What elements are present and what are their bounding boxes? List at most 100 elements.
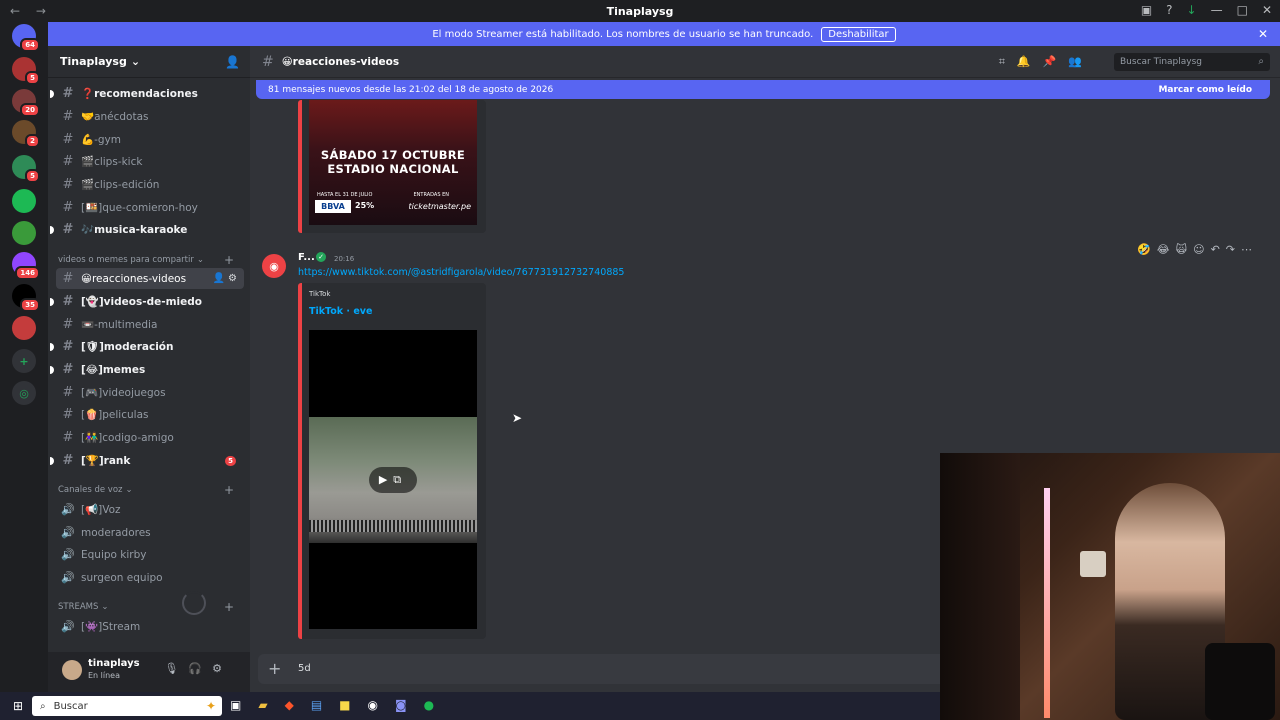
server-mention-badge: 64 — [20, 38, 40, 52]
channel-label: [🎮]videojuegos — [81, 387, 166, 399]
discord-avatar-icon[interactable]: ◉ — [262, 254, 286, 278]
embed-title[interactable]: TikTok · eve — [309, 306, 372, 317]
minimize-button[interactable]: — — [1211, 3, 1223, 17]
server-name: Tinaplaysg — [60, 55, 127, 68]
unread-indicator — [50, 89, 54, 98]
channel-label: 🤝anécdotas — [81, 111, 149, 123]
server-icon[interactable]: 146 — [12, 252, 40, 280]
mic-icon[interactable]: 🎙 — [164, 662, 188, 675]
channel-item[interactable]: # 🎶musica-karaoke — [50, 219, 244, 240]
server-icon[interactable]: 35 — [12, 284, 40, 312]
channel-item[interactable]: # [👫]codigo-amigo — [56, 427, 244, 448]
windows-start-icon[interactable]: ⊞ — [6, 699, 30, 713]
voice-channel-item[interactable]: 🔊 [👾]Stream — [56, 616, 244, 637]
channel-item[interactable]: # ❓recomendaciones — [50, 83, 244, 104]
voice-channel-item[interactable]: 🔊 surgeon equipo — [56, 567, 244, 588]
taskbar-search-input[interactable]: ⌕ Buscar ✦ — [32, 696, 222, 716]
webcam-lamp — [1044, 488, 1050, 718]
ticketmaster-text: ticketmaster.pe — [408, 202, 471, 211]
help-icon[interactable]: ? — [1166, 3, 1172, 17]
channel-item[interactable]: # [👻]videos-de-miedo — [50, 291, 244, 312]
composer-text[interactable]: 5d — [298, 663, 311, 674]
brave-browser-icon[interactable]: ◆ — [285, 698, 294, 712]
reaction-cat-icon[interactable]: 🙀 — [1176, 243, 1193, 256]
voice-channel-item[interactable]: 🔊 [📢]Voz — [56, 499, 244, 520]
channel-item[interactable]: # 🤝anécdotas — [56, 106, 244, 127]
channel-sidebar: Tinaplaysg ⌄ 👤 # ❓recomendaciones # 🤝anécdo… — [48, 46, 250, 692]
add-member-icon[interactable]: 👤 — [225, 55, 240, 69]
server-icon[interactable] — [12, 221, 36, 245]
voice-channel-item[interactable]: 🔊 moderadores — [56, 522, 244, 543]
server-icon[interactable]: 2 — [12, 120, 40, 148]
settings-gear-icon[interactable]: ⚙ — [212, 662, 232, 675]
channel-item[interactable]: # 📼-multimedia — [56, 314, 244, 335]
maximize-button[interactable]: □ — [1237, 3, 1248, 17]
channel-item[interactable]: # [🎮]videojuegos — [56, 382, 244, 403]
tiktok-link[interactable]: https://www.tiktok.com/@astridfigarola/v… — [298, 267, 624, 278]
server-icon[interactable]: 5 — [12, 57, 40, 85]
task-view-icon[interactable]: ▣ — [230, 698, 241, 712]
add-channel-icon[interactable]: + — [224, 483, 234, 497]
channel-item[interactable]: # 😀reacciones-videos 👤⚙ — [56, 268, 244, 289]
discover-icon[interactable]: ◎ — [12, 381, 36, 405]
obs-icon[interactable]: ◉ — [368, 698, 378, 712]
mark-as-read-button[interactable]: Marcar como leído — [1158, 85, 1252, 95]
channel-item[interactable]: # [🍱]que-comieron-hoy — [56, 197, 244, 218]
message-author[interactable]: F... — [298, 252, 315, 263]
search-input[interactable]: Buscar Tinaplaysg ⌕ — [1114, 52, 1270, 71]
headset-icon[interactable]: 🎧 — [188, 662, 212, 675]
channel-item[interactable]: # [😂]memes — [50, 359, 244, 380]
voice-channel-item[interactable]: 🔊 Equipo kirby — [56, 544, 244, 565]
reaction-laugh-icon[interactable]: 🤣 — [1137, 243, 1157, 256]
server-icon[interactable]: 20 — [12, 89, 40, 117]
reaction-joy-icon[interactable]: 😂 — [1157, 243, 1176, 256]
forward-icon[interactable]: ↷ — [1226, 243, 1241, 256]
server-header[interactable]: Tinaplaysg ⌄ 👤 — [48, 46, 250, 78]
channel-category[interactable]: videos o memes para compartir ⌄ + — [58, 252, 244, 268]
spotify-icon[interactable]: ● — [424, 698, 434, 712]
hash-icon: # — [62, 271, 74, 286]
discord-app-icon[interactable]: ◙ — [395, 698, 407, 712]
tiktok-video-thumbnail[interactable]: ▶⧉ — [309, 330, 477, 629]
channel-category[interactable]: Canales de voz ⌄ + — [58, 482, 244, 498]
channel-item[interactable]: # [🍿]peliculas — [56, 404, 244, 425]
attach-plus-icon[interactable]: + — [268, 659, 281, 678]
download-icon[interactable]: ↓ — [1187, 3, 1197, 17]
inbox-icon[interactable]: ▣ — [1141, 3, 1152, 17]
disable-streamer-button[interactable]: Deshabilitar — [821, 26, 896, 42]
channel-item[interactable]: # 🎬clips-kick — [56, 151, 244, 172]
add-channel-icon[interactable]: + — [224, 600, 234, 614]
pin-icon[interactable]: 📌 — [1043, 55, 1069, 68]
add-channel-icon[interactable]: + — [224, 253, 234, 267]
channel-settings-icon[interactable]: 👤⚙ — [213, 273, 240, 284]
server-mention-badge: 2 — [25, 134, 40, 148]
more-icon[interactable]: ⋯ — [1241, 243, 1258, 256]
channel-item[interactable]: # [🛡]moderación — [50, 336, 244, 357]
close-banner-icon[interactable]: ✕ — [1258, 27, 1268, 41]
channel-item[interactable]: # [🏆]rank 5 — [50, 450, 244, 471]
server-icon[interactable]: 64 — [12, 24, 40, 52]
user-avatar[interactable] — [62, 660, 82, 680]
channel-item[interactable]: # 🎬clips-edición — [56, 174, 244, 195]
close-window-button[interactable]: ✕ — [1262, 3, 1272, 17]
word-app-icon[interactable]: ▤ — [311, 698, 322, 712]
threads-icon[interactable]: ⌗ — [999, 55, 1017, 68]
verified-icon: ✓ — [316, 252, 326, 262]
concert-poster-image[interactable]: SÁBADO 17 OCTUBRE ESTADIO NACIONAL HASTA… — [309, 100, 477, 225]
sticky-notes-icon[interactable]: ■ — [339, 698, 350, 712]
channel-category[interactable]: STREAMS ⌄ + — [58, 599, 244, 615]
bell-icon[interactable]: 🔔 — [1017, 55, 1043, 68]
add-server-icon[interactable]: + — [12, 349, 36, 373]
reply-icon[interactable]: ↶ — [1211, 243, 1226, 256]
server-icon[interactable] — [12, 316, 36, 340]
add-reaction-icon[interactable]: ☺ — [1193, 243, 1210, 256]
server-icon[interactable] — [12, 189, 36, 213]
members-icon[interactable]: 👥 — [1068, 55, 1094, 68]
play-icon[interactable]: ▶⧉ — [369, 467, 417, 493]
channel-item[interactable]: # 💪-gym — [56, 129, 244, 150]
new-messages-bar[interactable]: 81 mensajes nuevos desde las 21:02 del 1… — [256, 80, 1270, 99]
user-controls: 🎙🎧⚙ — [164, 662, 232, 675]
server-icon[interactable]: 5 — [12, 155, 40, 183]
taskbar-search-icon: ⌕ — [40, 700, 46, 712]
file-explorer-icon[interactable]: ▰ — [258, 698, 267, 712]
